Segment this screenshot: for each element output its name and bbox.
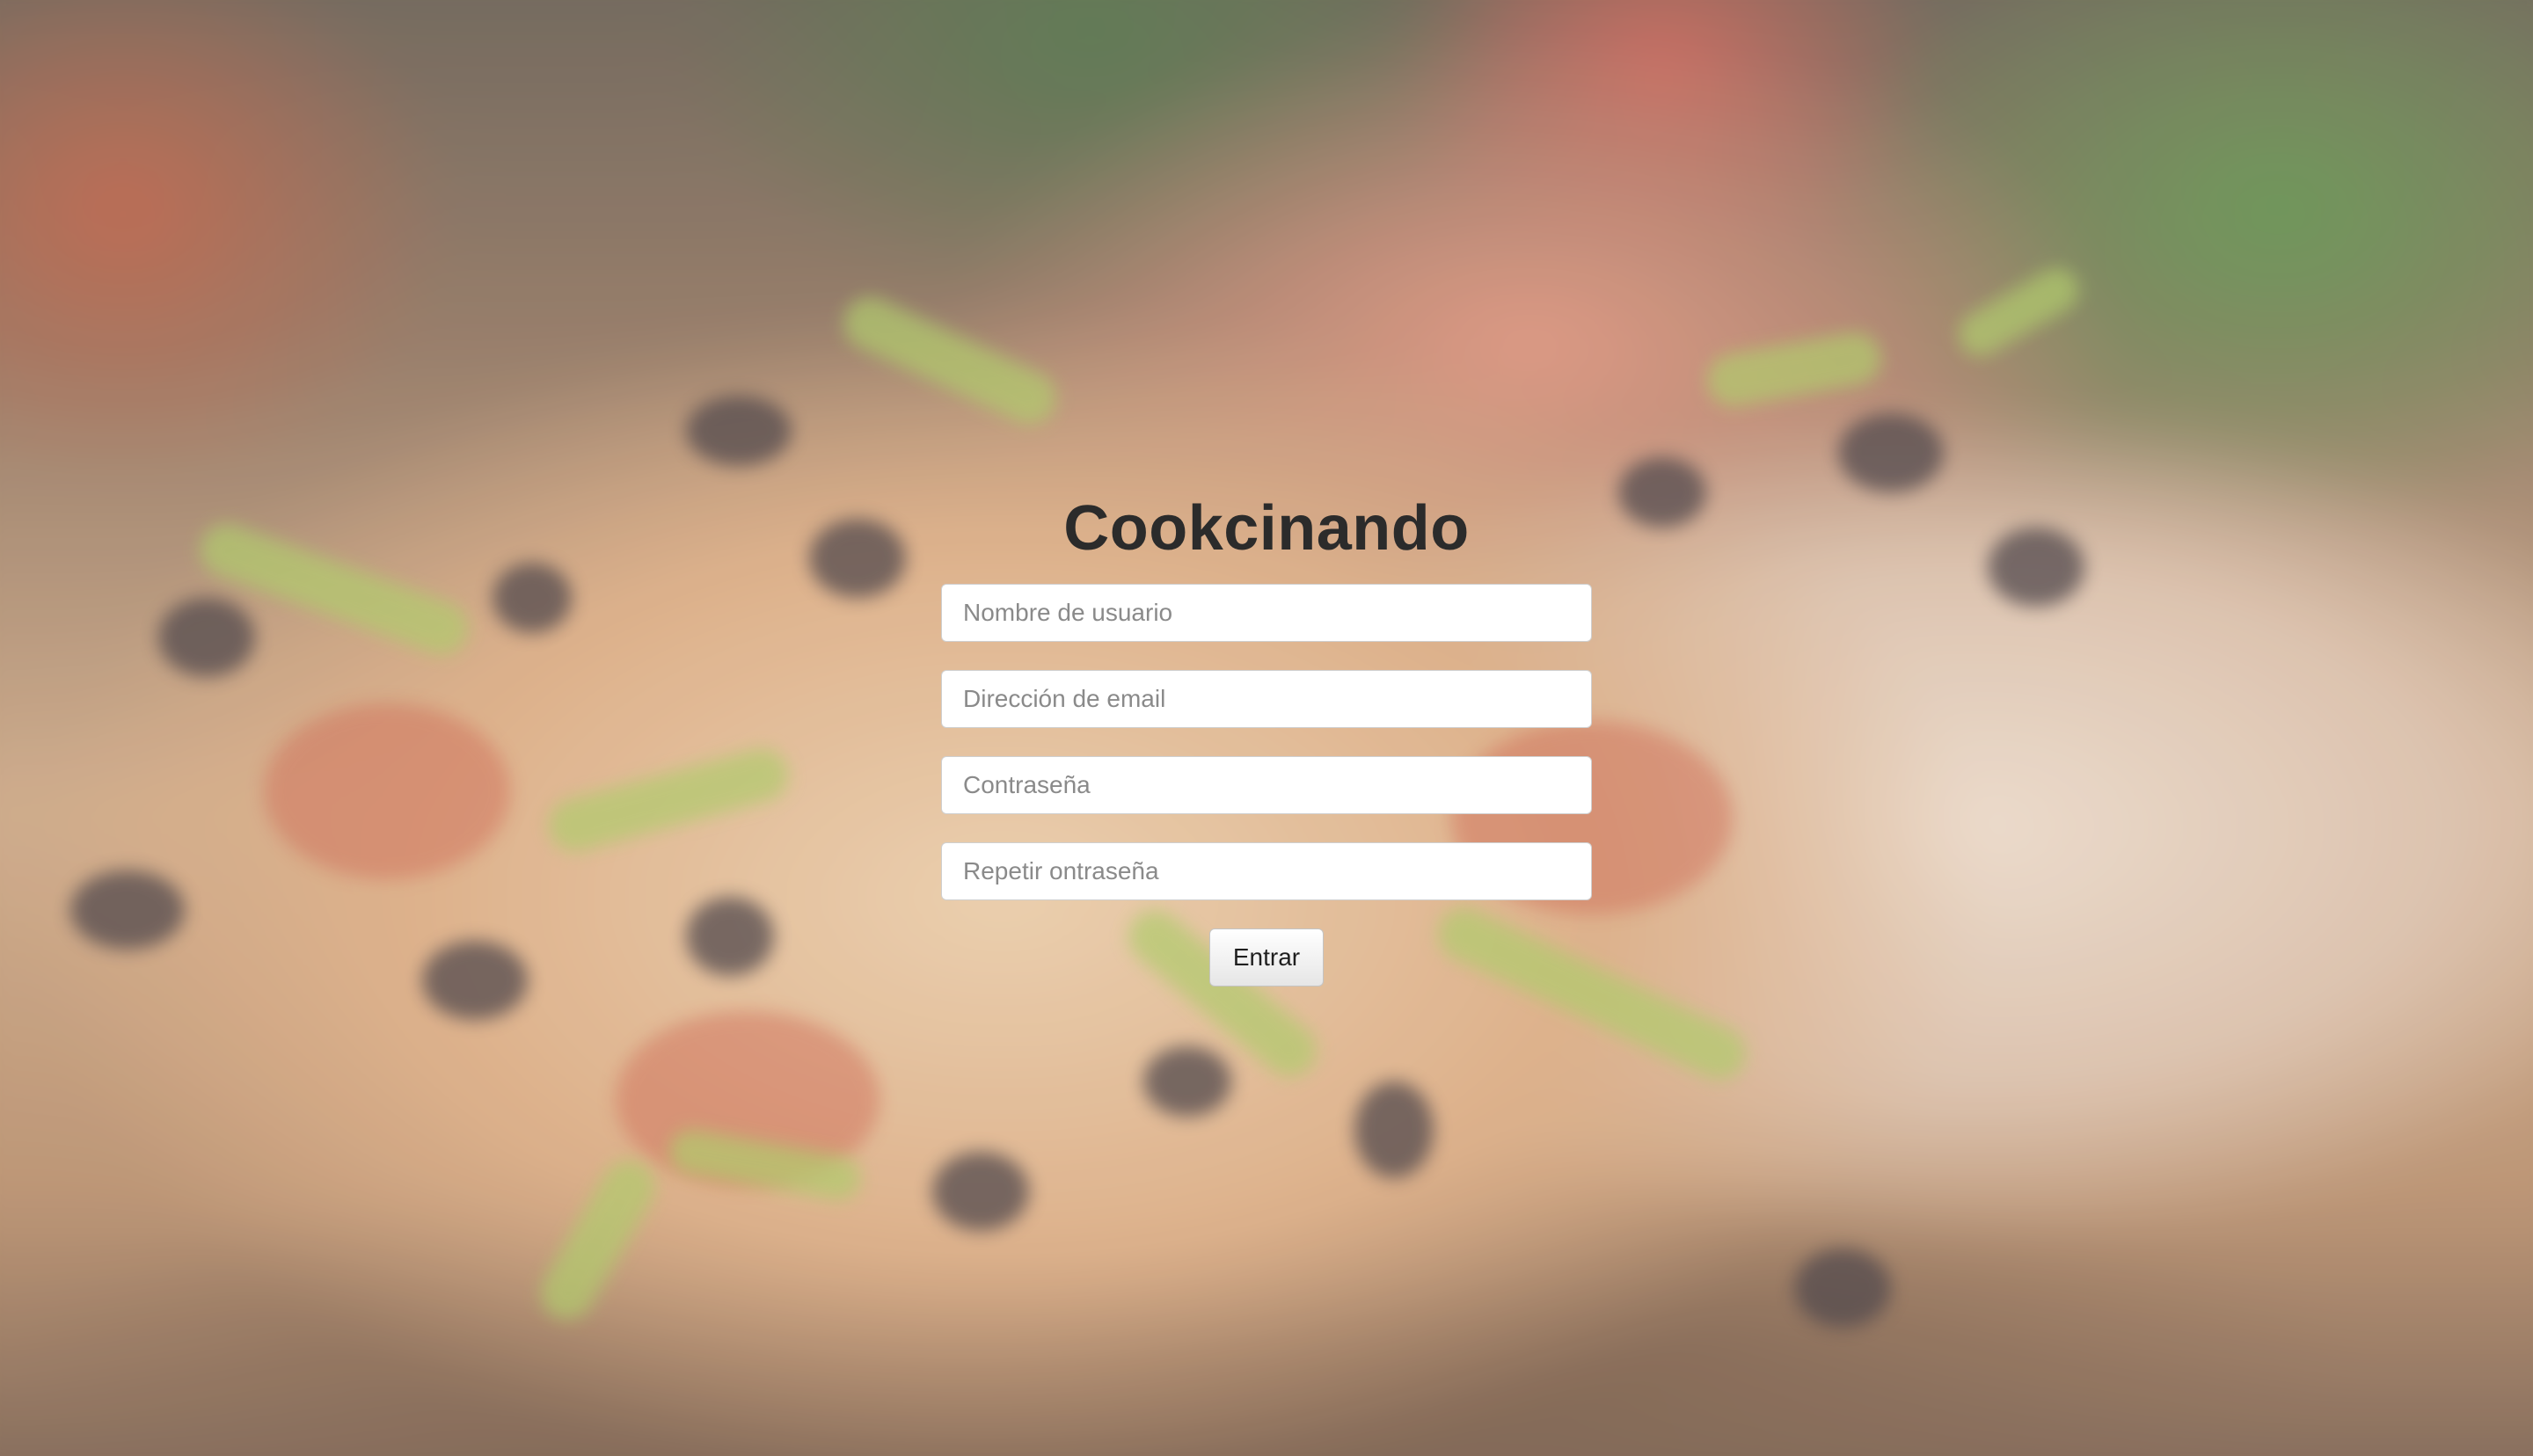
repeat-password-input[interactable] bbox=[941, 842, 1592, 900]
submit-button[interactable]: Entrar bbox=[1208, 928, 1325, 986]
password-input[interactable] bbox=[941, 756, 1592, 814]
signup-form: Cookcinando Entrar bbox=[941, 492, 1592, 986]
username-input[interactable] bbox=[941, 584, 1592, 642]
app-title: Cookcinando bbox=[1063, 493, 1470, 564]
email-input[interactable] bbox=[941, 670, 1592, 728]
